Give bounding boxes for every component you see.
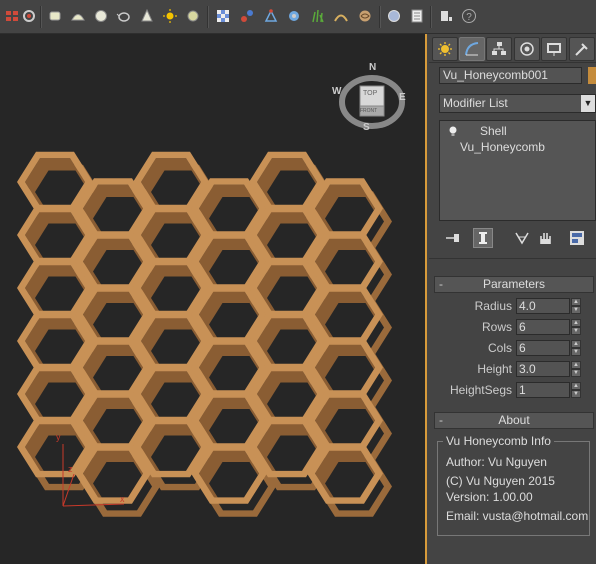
- param-label: HeightSegs: [449, 383, 512, 397]
- author-text: Author: Vu Nguyen: [446, 455, 547, 469]
- circle-icon[interactable]: [184, 7, 202, 25]
- collapse-icon[interactable]: -: [439, 413, 443, 428]
- object-name-field[interactable]: Vu_Honeycomb001: [439, 67, 582, 84]
- hemisphere-icon[interactable]: [69, 7, 87, 25]
- cols-field[interactable]: 6: [516, 340, 570, 356]
- radius-spinner[interactable]: ▲ ▼: [571, 298, 581, 314]
- parameters-rollout-header[interactable]: - Parameters: [434, 276, 594, 293]
- perspective-viewport[interactable]: TOP FRONT N S E W y x z: [0, 34, 427, 564]
- compass-south: S: [363, 122, 370, 133]
- modifier-list-label: Modifier List: [443, 96, 508, 110]
- parameters-title: Parameters: [482, 277, 546, 291]
- help-icon[interactable]: ?: [460, 7, 478, 25]
- heightsegs-spinner[interactable]: ▲ ▼: [571, 382, 581, 398]
- height-field[interactable]: 3.0: [516, 361, 570, 377]
- make-unique-icon[interactable]: [512, 228, 532, 248]
- compass-north: N: [369, 62, 377, 73]
- link-icon[interactable]: [238, 7, 256, 25]
- rows-spinner[interactable]: ▲ ▼: [571, 319, 581, 335]
- checker-icon[interactable]: [214, 7, 232, 25]
- rows-field[interactable]: 6: [516, 319, 570, 335]
- hierarchy-tab[interactable]: [486, 37, 512, 61]
- axis-y-label: y: [56, 432, 61, 442]
- stack-item-shell[interactable]: Shell: [440, 123, 595, 139]
- axis-tripod-icon: [62, 444, 125, 507]
- param-row-height: Height 3.0 ▲ ▼: [429, 361, 596, 378]
- radius-field[interactable]: 4.0: [516, 298, 570, 314]
- param-row-cols: Cols 6 ▲ ▼: [429, 340, 596, 357]
- modifier-list-dropdown[interactable]: Modifier List ▼: [439, 94, 596, 113]
- light-icon[interactable]: [161, 7, 179, 25]
- param-row-radius: Radius 4.0 ▲ ▼: [429, 298, 596, 315]
- collapse-icon[interactable]: -: [439, 277, 443, 292]
- axis-z-label: z: [68, 464, 73, 474]
- particles-icon[interactable]: [285, 7, 303, 25]
- render-frame-icon[interactable]: [437, 7, 455, 25]
- configure-sets-icon[interactable]: [567, 228, 587, 248]
- create-tab[interactable]: [432, 37, 458, 61]
- rope-icon[interactable]: [332, 7, 350, 25]
- shell-icon[interactable]: [356, 7, 374, 25]
- main-toolbar: ?: [0, 0, 596, 34]
- compass-west: W: [332, 86, 342, 97]
- param-row-heightsegs: HeightSegs 1 ▲ ▼: [429, 382, 596, 399]
- cols-spinner[interactable]: ▲ ▼: [571, 340, 581, 356]
- viewcube-front-face[interactable]: FRONT: [360, 108, 377, 114]
- viewcube-top-face[interactable]: TOP: [363, 90, 377, 97]
- param-label: Height: [477, 362, 512, 376]
- grass-icon[interactable]: [309, 7, 327, 25]
- remove-modifier-icon[interactable]: [535, 228, 555, 248]
- command-panel: Vu_Honeycomb001 Modifier List ▼ Shell Vu…: [429, 34, 596, 564]
- about-rollout-header[interactable]: - About: [434, 412, 594, 429]
- param-label: Rows: [481, 320, 512, 334]
- standard-primitives-icon[interactable]: [3, 7, 21, 25]
- teapot-icon[interactable]: [115, 7, 133, 25]
- pin-stack-icon[interactable]: [443, 228, 463, 248]
- svg-text:?: ?: [466, 12, 472, 23]
- heightsegs-field[interactable]: 1: [516, 382, 570, 398]
- object-color-swatch[interactable]: [588, 67, 596, 84]
- param-label: Cols: [487, 341, 512, 355]
- about-title: About: [498, 413, 530, 427]
- compass-east: E: [399, 92, 406, 103]
- param-row-rows: Rows 6 ▲ ▼: [429, 319, 596, 336]
- modify-tab[interactable]: [459, 37, 485, 61]
- show-end-result-icon[interactable]: [473, 228, 493, 248]
- cone-icon[interactable]: [138, 7, 156, 25]
- copyright-text: (C) Vu Nguyen 2015: [446, 474, 555, 488]
- sphere-icon[interactable]: [92, 7, 110, 25]
- motion-tab[interactable]: [514, 37, 540, 61]
- info-group-title: Vu Honeycomb Info: [443, 434, 554, 448]
- box-icon[interactable]: [46, 7, 64, 25]
- globe-icon[interactable]: [385, 7, 403, 25]
- viewcube[interactable]: TOP FRONT N S E W: [332, 62, 408, 138]
- stack-item-label: Vu_Honeycomb: [460, 140, 545, 154]
- email-text: Email: vusta@hotmail.com: [446, 509, 589, 523]
- chevron-down-icon[interactable]: ▼: [581, 95, 595, 112]
- document-icon[interactable]: [408, 7, 426, 25]
- utilities-tab[interactable]: [569, 37, 595, 61]
- axis-x-label: x: [120, 494, 125, 504]
- command-panel-tabs: [429, 34, 596, 63]
- gear-icon[interactable]: [20, 7, 38, 25]
- stack-item-vu-honeycomb[interactable]: Vu_Honeycomb: [440, 139, 595, 155]
- height-spinner[interactable]: ▲ ▼: [571, 361, 581, 377]
- bind-icon[interactable]: [262, 7, 280, 25]
- display-tab[interactable]: [541, 37, 567, 61]
- version-text: Version: 1.00.00: [446, 490, 533, 504]
- param-label: Radius: [474, 299, 512, 313]
- modifier-stack[interactable]: Shell Vu_Honeycomb: [439, 120, 596, 221]
- stack-item-label: Shell: [480, 124, 507, 138]
